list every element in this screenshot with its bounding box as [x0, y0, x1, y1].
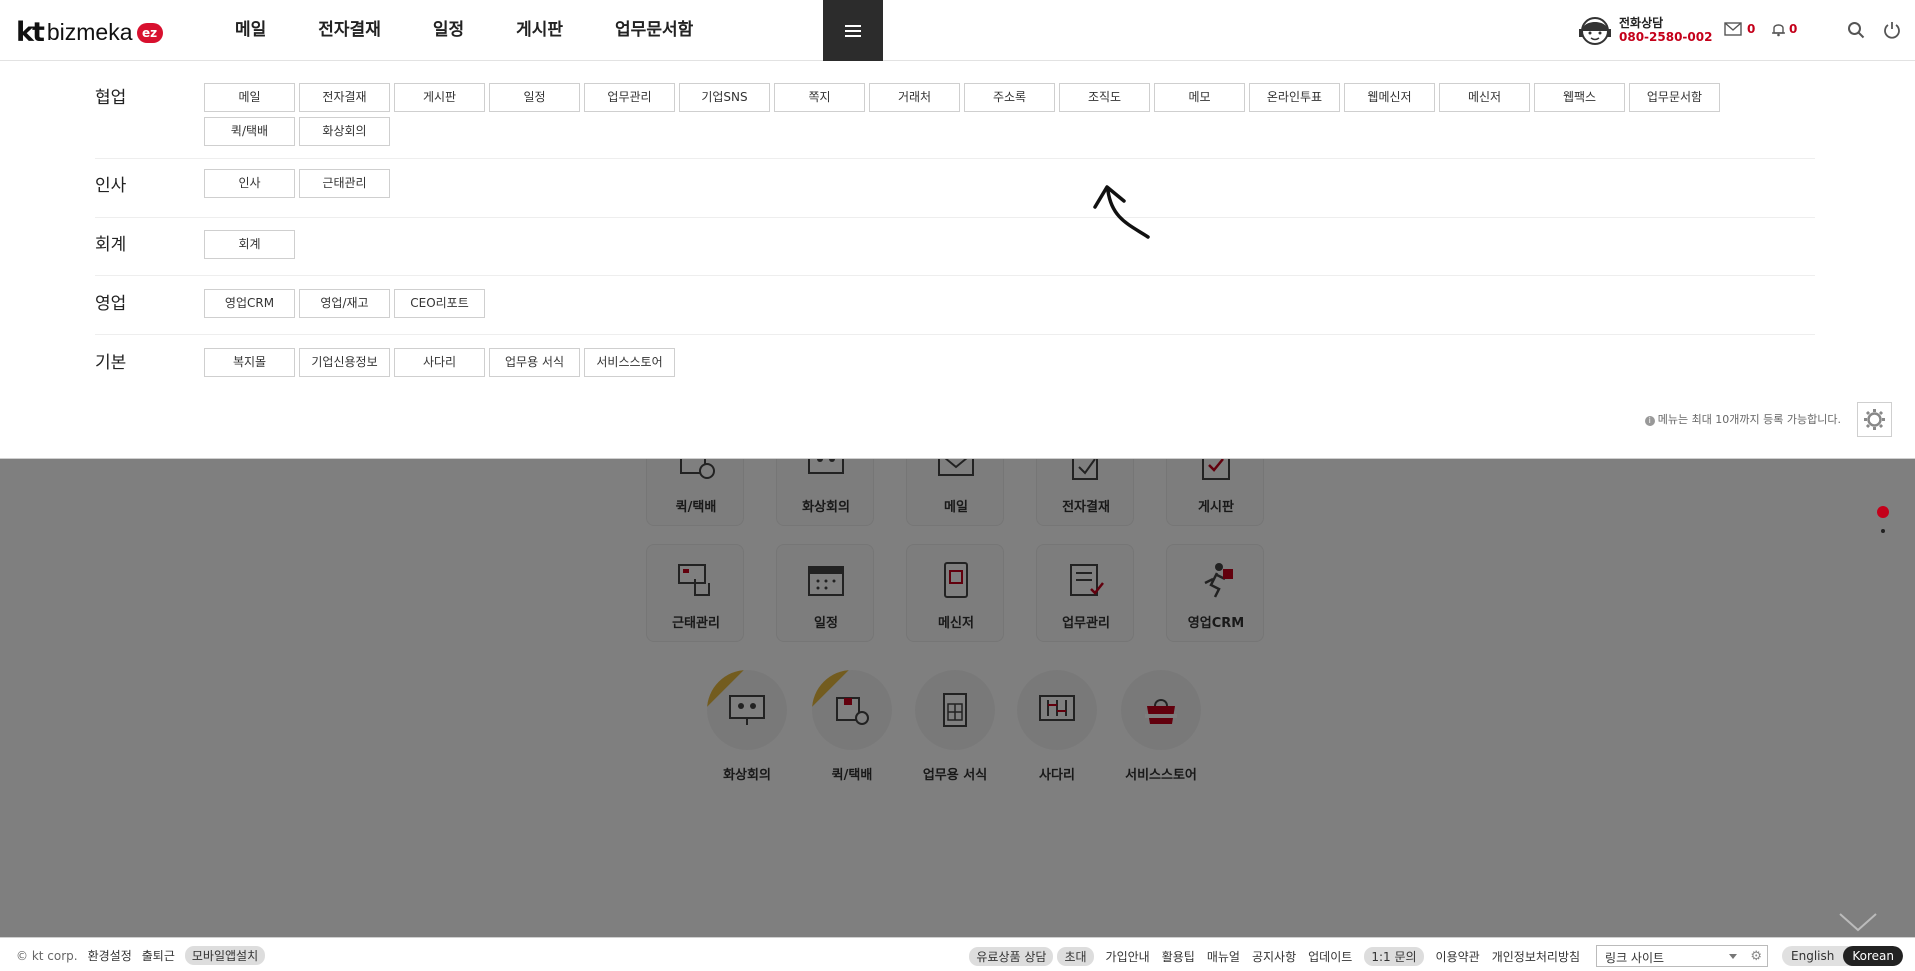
menu-button[interactable]: 복지몰	[204, 348, 295, 377]
gear-icon	[1864, 409, 1885, 430]
lang-english[interactable]: English	[1782, 946, 1843, 966]
footer-link-notice[interactable]: 공지사항	[1252, 948, 1296, 965]
footer-link-commute[interactable]: 출퇴근	[142, 947, 175, 964]
phone-number: 080-2580-002	[1619, 30, 1713, 44]
footer-link-inquiry[interactable]: 1:1 문의	[1364, 946, 1424, 966]
footer-link-privacy[interactable]: 개인정보처리방침	[1492, 948, 1580, 965]
link-site-value: 링크 사이트	[1605, 951, 1665, 965]
menu-button[interactable]: 메일	[204, 83, 295, 112]
menu-button[interactable]: 온라인투표	[1249, 83, 1340, 112]
menu-button[interactable]: 업무관리	[584, 83, 675, 112]
menu-settings-button[interactable]	[1857, 402, 1892, 437]
divider	[95, 334, 1815, 335]
menu-button[interactable]: 메모	[1154, 83, 1245, 112]
notice-text: 메뉴는 최대 10개까지 등록 가능합니다.	[1657, 413, 1841, 426]
menu-button[interactable]: 업무문서함	[1629, 83, 1720, 112]
header: kt bizmeka ez 메일 전자결재 일정 게시판 업무문서함 전화상담 …	[0, 0, 1915, 61]
logo[interactable]: kt bizmeka ez	[16, 17, 163, 48]
menu-limit-notice: i 메뉴는 최대 10개까지 등록 가능합니다.	[1644, 411, 1841, 427]
footer-link-tips[interactable]: 활용팁	[1162, 948, 1195, 965]
phone-consult-label: 전화상담	[1619, 16, 1664, 30]
footer-link-update[interactable]: 업데이트	[1308, 948, 1352, 965]
footer-link-manual[interactable]: 매뉴얼	[1207, 948, 1240, 965]
menu-button-group: 회계	[204, 230, 1744, 264]
menu-button[interactable]: 근태관리	[299, 169, 390, 198]
category-title: 기본	[95, 353, 127, 373]
nav-mail[interactable]: 메일	[235, 0, 266, 61]
menu-button[interactable]: 기업SNS	[679, 83, 770, 112]
link-site-select[interactable]: 링크 사이트 ⚙	[1596, 945, 1769, 967]
language-toggle: English Korean	[1782, 946, 1903, 966]
search-icon[interactable]	[1847, 21, 1865, 39]
menu-button[interactable]: 회계	[204, 230, 295, 259]
footer-link-settings[interactable]: 환경설정	[88, 947, 132, 964]
menu-button[interactable]: 주소록	[964, 83, 1055, 112]
menu-button[interactable]: 거래처	[869, 83, 960, 112]
logo-kt: kt	[16, 17, 45, 48]
divider	[95, 275, 1815, 276]
footer: © kt corp. 환경설정 출퇴근 모바일앱설치 유료상품 상담 초대 가입…	[0, 937, 1915, 971]
menu-button[interactable]: 퀵/택배	[204, 117, 295, 146]
gear-icon[interactable]: ⚙	[1750, 949, 1762, 964]
top-nav: 메일 전자결재 일정 게시판 업무문서함	[235, 0, 745, 61]
lang-korean[interactable]: Korean	[1843, 946, 1903, 966]
menu-button-group: 메일 전자결재 게시판 일정 업무관리 기업SNS 쪽지 거래처 주소록 조직도 메모 온라인투표 웹메…	[204, 83, 1744, 151]
menu-button[interactable]: 게시판	[394, 83, 485, 112]
menu-button[interactable]: 전자결재	[299, 83, 390, 112]
menu-button[interactable]: 일정	[489, 83, 580, 112]
headset-face-icon	[1579, 17, 1611, 45]
menu-button[interactable]: 영업CRM	[204, 289, 295, 318]
category-title: 협업	[95, 88, 127, 108]
menu-button-group: 복지몰 기업신용정보 사다리 업무용 서식 서비스스토어	[204, 348, 1744, 382]
menu-button[interactable]: CEO리포트	[394, 289, 485, 318]
divider	[95, 217, 1815, 218]
menu-button[interactable]: 조직도	[1059, 83, 1150, 112]
menu-button[interactable]: 메신저	[1439, 83, 1530, 112]
chevron-down-icon[interactable]	[1838, 912, 1878, 934]
page-indicator[interactable]	[1881, 529, 1885, 533]
logo-badge: ez	[136, 22, 163, 43]
power-icon[interactable]	[1883, 21, 1901, 39]
menu-button[interactable]: 화상회의	[299, 117, 390, 146]
footer-link-paid-consult[interactable]: 유료상품 상담	[969, 946, 1054, 966]
footer-link-mobile-app[interactable]: 모바일앱설치	[184, 946, 266, 965]
menu-button[interactable]: 서비스스토어	[584, 348, 675, 377]
all-menu-button[interactable]	[823, 0, 883, 61]
category-title: 인사	[95, 176, 127, 196]
page-indicator-active[interactable]	[1877, 506, 1889, 518]
menu-button-group: 영업CRM 영업/재고 CEO리포트	[204, 289, 1744, 323]
menu-button[interactable]: 영업/재고	[299, 289, 390, 318]
info-icon: i	[1644, 416, 1655, 426]
footer-link-signup[interactable]: 가입안내	[1106, 948, 1150, 965]
nav-approval[interactable]: 전자결재	[318, 0, 381, 61]
footer-link-invite[interactable]: 초대	[1057, 946, 1094, 966]
mail-icon[interactable]	[1724, 22, 1742, 36]
category-title: 회계	[95, 235, 127, 255]
annotation-arrow	[1093, 185, 1150, 239]
menu-button[interactable]: 업무용 서식	[489, 348, 580, 377]
bell-icon[interactable]	[1771, 22, 1786, 37]
divider	[95, 158, 1815, 159]
menu-button[interactable]: 웹메신저	[1344, 83, 1435, 112]
nav-documents[interactable]: 업무문서함	[615, 0, 693, 61]
nav-schedule[interactable]: 일정	[433, 0, 464, 61]
menu-button[interactable]: 쪽지	[774, 83, 865, 112]
copyright: © kt corp.	[16, 948, 78, 963]
mail-count: 0	[1747, 22, 1756, 36]
phone-consult[interactable]: 전화상담 080-2580-002	[1576, 13, 1746, 49]
menu-button[interactable]: 사다리	[394, 348, 485, 377]
alarm-count: 0	[1789, 22, 1798, 36]
menu-button[interactable]: 인사	[204, 169, 295, 198]
logo-name: bizmeka	[46, 19, 133, 45]
menu-button-group: 인사 근태관리	[204, 169, 1744, 203]
category-title: 영업	[95, 294, 127, 314]
menu-button[interactable]: 웹팩스	[1534, 83, 1625, 112]
menu-button[interactable]: 기업신용정보	[299, 348, 390, 377]
all-menu-panel: 협업 메일 전자결재 게시판 일정 업무관리 기업SNS 쪽지 거래처 주소록 조직도 메모 온라인투…	[0, 61, 1915, 459]
nav-board[interactable]: 게시판	[516, 0, 563, 61]
caret-down-icon	[1729, 954, 1738, 959]
footer-link-terms[interactable]: 이용약관	[1436, 948, 1480, 965]
